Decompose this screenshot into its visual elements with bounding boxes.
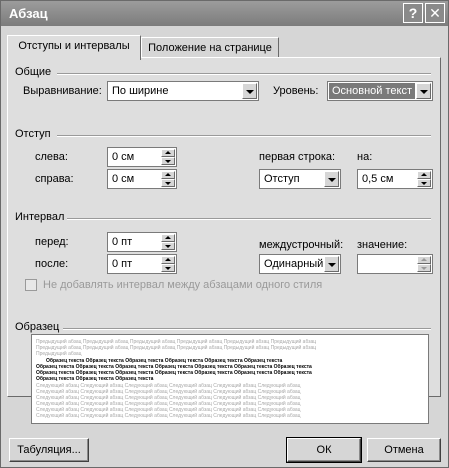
tabs-button[interactable]: Табуляция...	[9, 438, 89, 462]
spin-up-icon[interactable]	[161, 149, 175, 157]
question-icon[interactable]: ?	[403, 3, 423, 23]
first-line-label: первая строка:	[259, 151, 336, 163]
spin-down-icon[interactable]	[161, 242, 175, 250]
section-indent: Отступ	[15, 128, 51, 140]
spin-up-icon[interactable]	[161, 171, 175, 179]
chevron-down-icon[interactable]	[324, 256, 339, 272]
indent-right-spinner[interactable]: 0 см	[107, 169, 177, 189]
line-spacing-value: Одинарный	[264, 258, 324, 270]
divider	[57, 135, 431, 137]
line-spacing-label: междустрочный:	[259, 239, 344, 251]
divider	[63, 328, 431, 330]
window-title: Абзац	[9, 6, 48, 21]
paragraph-dialog: Абзац ? ✕ Отступы и интервалы Положение …	[0, 0, 449, 468]
indent-right-value: 0 см	[112, 173, 135, 185]
spin-up-icon[interactable]	[417, 256, 431, 264]
spin-up-icon[interactable]	[161, 256, 175, 264]
cancel-button[interactable]: Отмена	[367, 438, 441, 462]
before-label: перед:	[35, 236, 69, 248]
value-label: значение:	[357, 239, 408, 251]
first-line-select[interactable]: Отступ	[259, 169, 341, 189]
chevron-down-icon[interactable]	[324, 171, 339, 187]
line-spacing-select[interactable]: Одинарный	[259, 254, 341, 274]
after-spinner[interactable]: 0 пт	[107, 254, 177, 274]
tab-line-page-breaks[interactable]: Положение на странице	[141, 37, 279, 59]
by-label: на:	[357, 151, 373, 163]
by-value: 0,5 см	[362, 173, 394, 185]
before-value: 0 пт	[112, 236, 133, 248]
no-space-label: Не добавлять интервал между абзацами одн…	[43, 279, 323, 291]
value-spinner[interactable]	[357, 254, 433, 274]
spin-up-icon[interactable]	[417, 171, 431, 179]
title-bar[interactable]: Абзац ? ✕	[1, 1, 448, 26]
spin-down-icon[interactable]	[417, 264, 431, 272]
alignment-value: По ширине	[112, 85, 169, 97]
spin-up-icon[interactable]	[161, 234, 175, 242]
level-select[interactable]: Основной текст	[327, 81, 433, 101]
tab-label: Отступы и интервалы	[18, 40, 130, 52]
indent-left-label: слева:	[35, 151, 68, 163]
divider	[67, 218, 431, 220]
level-label: Уровень:	[273, 85, 319, 97]
preview-prev-line: Предыдущий абзац	[36, 351, 82, 357]
chevron-down-icon[interactable]	[416, 83, 431, 99]
chevron-down-icon[interactable]	[242, 83, 257, 99]
close-icon[interactable]: ✕	[425, 3, 445, 23]
before-spinner[interactable]: 0 пт	[107, 232, 177, 252]
after-label: после:	[35, 258, 69, 270]
indent-left-value: 0 см	[112, 151, 135, 163]
spin-down-icon[interactable]	[417, 179, 431, 187]
divider	[57, 73, 431, 75]
no-space-checkbox[interactable]	[25, 279, 37, 291]
preview-sample-line: Образец текста Образец текста Образец те…	[36, 376, 154, 382]
spin-down-icon[interactable]	[161, 157, 175, 165]
after-value: 0 пт	[112, 258, 133, 270]
ok-button[interactable]: ОК	[286, 437, 362, 463]
tab-indents-spacing[interactable]: Отступы и интервалы	[7, 35, 141, 60]
section-general: Общие	[15, 66, 52, 78]
level-value: Основной текст	[329, 83, 415, 99]
preview-box: Предыдущий абзац Предыдущий абзац Предыд…	[31, 334, 429, 424]
alignment-select[interactable]: По ширине	[107, 81, 259, 101]
section-preview: Образец	[15, 321, 60, 333]
section-spacing: Интервал	[15, 211, 65, 223]
preview-next-line: Следующий абзац Следующий абзац Следующи…	[36, 413, 301, 419]
by-spinner[interactable]: 0,5 см	[357, 169, 433, 189]
spin-down-icon[interactable]	[161, 179, 175, 187]
indent-left-spinner[interactable]: 0 см	[107, 147, 177, 167]
indent-right-label: справа:	[35, 173, 74, 185]
tab-label: Положение на странице	[148, 42, 272, 54]
first-line-value: Отступ	[264, 173, 300, 185]
alignment-label: Выравнивание:	[23, 85, 102, 97]
spin-down-icon[interactable]	[161, 264, 175, 272]
